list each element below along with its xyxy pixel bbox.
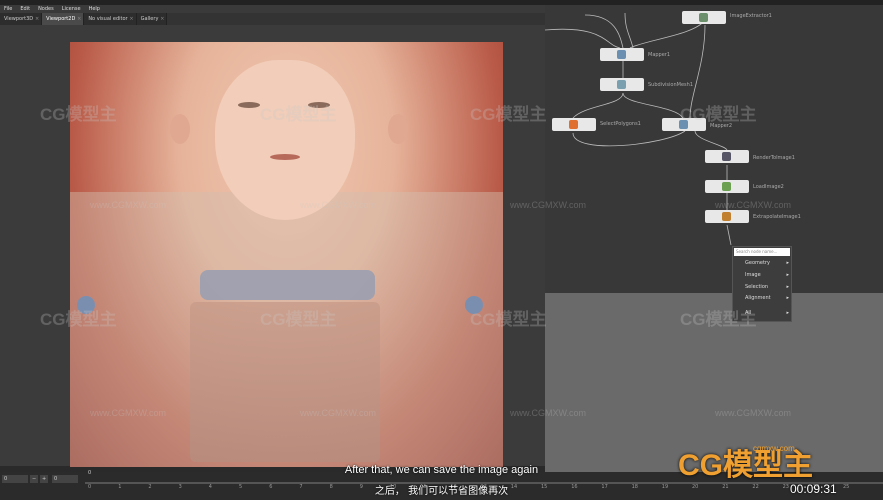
node-label: RenderToImage1: [753, 155, 795, 161]
chevron-right-icon: ▸: [786, 284, 789, 290]
node-icon: [569, 120, 578, 129]
menu-nodes[interactable]: Nodes: [34, 5, 58, 13]
node-icon: [722, 182, 731, 191]
node-image-extractor[interactable]: [682, 11, 726, 24]
watermark-url: www.CGMXW.com: [510, 408, 587, 418]
node-connections: [545, 12, 732, 246]
menu-bar: File Edit Nodes License Help: [0, 5, 545, 13]
node-icon: [722, 212, 731, 221]
close-icon[interactable]: ×: [35, 13, 39, 25]
node-select-polygons[interactable]: [552, 118, 596, 131]
node-label: SelectPolygons1: [600, 121, 641, 127]
node-label: Mapper1: [648, 52, 671, 58]
watermark-text: CG模型主: [470, 310, 547, 329]
watermark-url: www.CGMXW.com: [90, 200, 167, 210]
node-icon: [617, 80, 626, 89]
menu-help[interactable]: Help: [85, 5, 104, 13]
tab-no-visual-editor[interactable]: No visual editor ×: [84, 13, 137, 25]
watermark-text: CG模型主: [680, 105, 757, 124]
watermark-url: www.CGMXW.com: [715, 408, 792, 418]
tab-viewport3d[interactable]: Viewport3D ×: [0, 13, 43, 25]
close-icon[interactable]: ×: [129, 13, 133, 25]
watermark-url: www.CGMXW.com: [300, 200, 377, 210]
node-render-to-image[interactable]: [705, 150, 749, 163]
texture-collar: [200, 270, 375, 300]
texture-right-ear: [388, 114, 408, 144]
chevron-right-icon: ▸: [786, 272, 789, 278]
tab-viewport2d[interactable]: Viewport2D ×: [42, 13, 85, 25]
node-label: ImageExtractor1: [730, 13, 772, 19]
node-label: SubdivisionMesh1: [648, 82, 693, 88]
watermark-text: CG模型主: [680, 310, 757, 329]
tab-label: No visual editor: [88, 16, 128, 22]
close-icon[interactable]: ×: [160, 13, 164, 25]
watermark-url: www.CGMXW.com: [90, 408, 167, 418]
menu-item-selection[interactable]: Selection: [745, 284, 768, 290]
watermark-url: www.CGMXW.com: [510, 200, 587, 210]
watermark-text: CG模型主: [260, 310, 337, 329]
node-icon: [722, 152, 731, 161]
watermark-text: CG模型主: [40, 310, 117, 329]
subtitle-chinese: 之后， 我们可以节省图像再次: [374, 486, 509, 497]
texture-left-ear: [170, 114, 190, 144]
node-mapper1[interactable]: [600, 48, 644, 61]
menu-item-geometry[interactable]: Geometry: [745, 260, 770, 266]
menu-file[interactable]: File: [0, 5, 16, 13]
node-icon: [699, 13, 708, 22]
node-label: LoadImage2: [753, 184, 784, 190]
node-label: ExtrapolateImage1: [753, 214, 801, 220]
close-icon[interactable]: ×: [77, 13, 81, 25]
node-extrapolate-image[interactable]: [705, 210, 749, 223]
watermark-url: www.CGMXW.com: [715, 200, 792, 210]
video-timestamp: 00:09:31: [790, 482, 837, 496]
texture-mouth: [270, 154, 300, 160]
watermark-text: CG模型主: [470, 105, 547, 124]
tab-label: Viewport3D: [4, 16, 34, 22]
chevron-right-icon: ▸: [786, 310, 789, 316]
chevron-right-icon: ▸: [786, 295, 789, 301]
watermark-url: www.CGMXW.com: [300, 408, 377, 418]
tab-label: Gallery: [140, 16, 159, 22]
node-search-input[interactable]: Search node name...: [734, 248, 790, 256]
node-load-image[interactable]: [705, 180, 749, 193]
watermark-text: CG模型主: [40, 105, 117, 124]
brand-logo-url: cgmxw.com: [753, 444, 795, 453]
menu-item-image[interactable]: Image: [745, 272, 761, 278]
tab-gallery[interactable]: Gallery ×: [136, 13, 168, 25]
menu-edit[interactable]: Edit: [16, 5, 34, 13]
node-icon: [617, 50, 626, 59]
texture-left-eye: [238, 102, 260, 108]
tab-label: Viewport2D: [46, 16, 76, 22]
texture-face: [215, 60, 355, 220]
menu-license[interactable]: License: [58, 5, 85, 13]
menu-item-alignment[interactable]: Alignment: [745, 295, 771, 301]
chevron-right-icon: ▸: [786, 260, 789, 266]
node-subdivision-mesh[interactable]: [600, 78, 644, 91]
watermark-text: CG模型主: [260, 105, 337, 124]
tab-bar: Viewport3D × Viewport2D × No visual editor…: [0, 13, 545, 25]
